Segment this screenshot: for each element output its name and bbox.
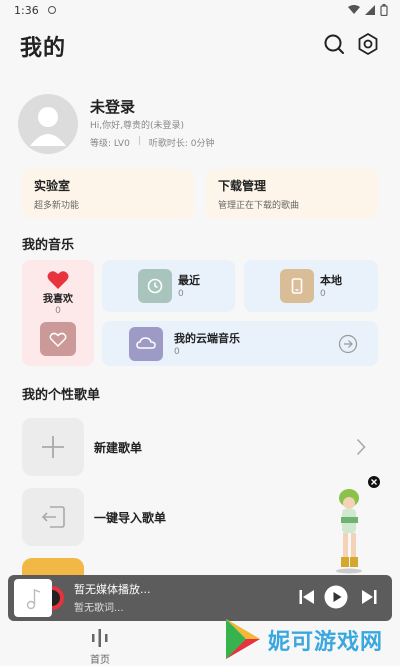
avatar[interactable] [18,94,78,154]
user-greeting: Hi,你好,尊贵的(未登录) [90,121,185,131]
status-bar: 1:36 [0,0,400,22]
local-label: 本地 [320,274,342,287]
heart-icon [47,271,69,289]
import-playlist-item[interactable]: 一键导入歌单 [22,488,378,546]
play-icon[interactable] [324,585,348,609]
new-playlist-item[interactable]: 新建歌单 [22,418,378,476]
liked-songs-count: 0 [55,306,61,316]
header: 我的 [0,28,400,64]
my-music-title: 我的音乐 [22,238,75,253]
page-title: 我的 [20,36,67,61]
recent-count: 0 [178,289,184,299]
stats-divider: | [137,136,141,146]
vinyl-record-icon [52,586,64,610]
lab-title: 实验室 [34,179,71,193]
wifi-icon [348,5,360,14]
cloud-thumb [129,327,163,361]
home-equalizer-icon [92,629,108,647]
lab-card[interactable]: 实验室 超多新功能 [22,169,194,219]
liked-songs-label: 我喜欢 [43,294,73,305]
user-name: 未登录 [90,98,136,116]
liked-songs-card[interactable]: 我喜欢 0 [22,260,94,366]
player-lyrics: 暂无歌词... [74,603,124,614]
cloud-music-count: 0 [174,347,180,357]
search-icon[interactable] [322,32,346,56]
feature-cards: 实验室 超多新功能 下载管理 管理正在下载的歌曲 [22,169,378,219]
liked-songs-thumb [40,322,76,356]
player-title: 暂无媒体播放... [74,583,151,596]
user-stats: 等级: LV0 | 听歌时长: 0分钟 [90,136,214,149]
plus-icon [42,436,64,458]
cloud-music-card[interactable]: 我的云端音乐 0 [102,321,378,366]
status-time: 1:36 [14,4,39,17]
import-icon [41,506,65,528]
nav-home[interactable]: 首页 [80,623,120,666]
cloud-music-label: 我的云端音乐 [174,332,240,345]
site-watermark: 妮可游戏网 [212,616,398,664]
mini-player[interactable]: 暂无媒体播放... 暂无歌词... [8,575,392,621]
arrow-right-circle-icon[interactable] [338,334,358,354]
download-manager-subtitle: 管理正在下载的歌曲 [218,201,300,211]
default-avatar-icon [30,107,66,146]
recent-label: 最近 [178,274,200,287]
notification-icon [48,6,56,14]
mascot-figure-icon [336,476,380,574]
recent-card[interactable]: 最近 0 [102,260,235,312]
import-playlist-thumb [22,488,84,546]
gear-icon[interactable] [356,32,380,56]
import-playlist-label: 一键导入歌单 [94,511,167,525]
download-manager-card[interactable]: 下载管理 管理正在下载的歌曲 [206,169,378,219]
cloud-icon [136,337,156,349]
watermark-text: 妮可游戏网 [268,630,384,655]
listen-time: 听歌时长: 0分钟 [148,139,215,149]
local-count: 0 [320,289,326,299]
clock-icon [147,278,163,294]
chevron-right-icon [356,438,366,456]
nav-home-label: 首页 [90,655,110,666]
phone-icon [291,278,303,294]
player-cover[interactable] [14,579,52,617]
watermark-logo-icon [226,619,260,659]
status-icons [348,4,388,16]
lab-subtitle: 超多新功能 [34,201,80,211]
music-note-icon [26,589,41,610]
local-card[interactable]: 本地 0 [244,260,378,312]
signal-icon [365,5,375,15]
recent-thumb [138,269,172,303]
download-manager-title: 下载管理 [218,179,267,193]
heart-outline-icon [49,332,67,348]
new-playlist-label: 新建歌单 [94,441,143,455]
user-level: 等级: LV0 [90,139,130,149]
my-playlists-title: 我的个性歌单 [22,388,101,403]
user-profile[interactable]: 未登录 Hi,你好,尊贵的(未登录) 等级: LV0 | 听歌时长: 0分钟 [0,90,400,160]
previous-icon[interactable] [298,588,316,606]
next-icon[interactable] [360,588,378,606]
new-playlist-thumb [22,418,84,476]
floating-mascot[interactable] [328,475,382,575]
local-thumb [280,269,314,303]
battery-icon [380,4,388,16]
